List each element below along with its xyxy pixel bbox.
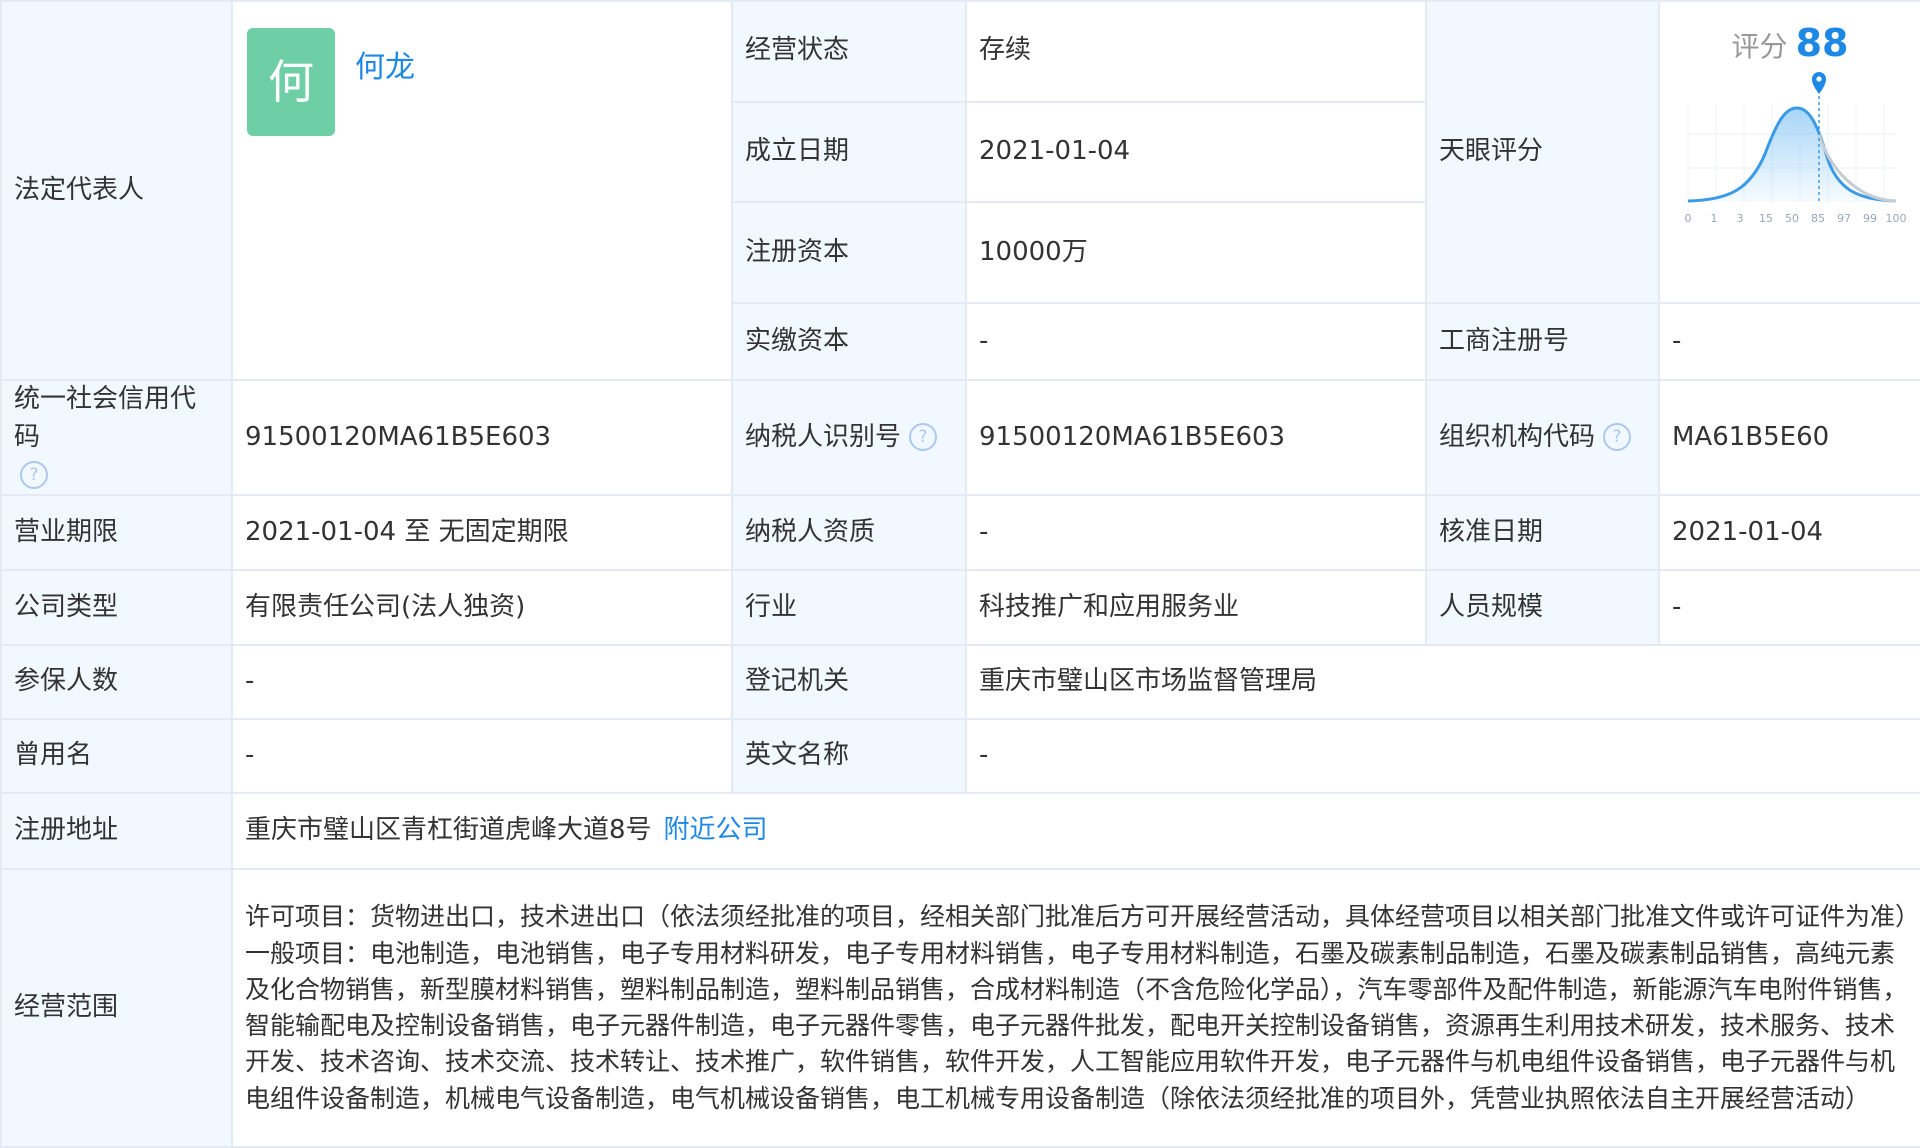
address-value: 重庆市璧山区青杠街道虎峰大道8号 [245, 815, 652, 846]
company-info-table: 法定代表人 何何龙 经营状态 存续 天眼评分 评分 88 0 1 3 15 50… [0, 0, 1920, 1148]
taxpayer-id-label-cell: 纳税人识别号? [731, 378, 967, 497]
found-date-value: 2021-01-04 [965, 100, 1427, 204]
taxpayer-qual-label: 纳税人资质 [731, 494, 967, 572]
term-value: 2021-01-04 至 无固定期限 [231, 494, 733, 572]
credit-code-label: 统一社会信用代码 [14, 384, 197, 452]
insured-label: 参保人数 [0, 644, 233, 721]
reg-capital-label: 注册资本 [731, 201, 967, 304]
help-icon[interactable]: ? [20, 460, 48, 489]
org-code-value: MA61B5E60 [1658, 378, 1920, 497]
english-name-label: 英文名称 [731, 718, 967, 795]
status-label: 经营状态 [731, 0, 967, 103]
nearby-companies-link[interactable]: 附近公司 [664, 815, 768, 845]
biz-reg-no-value: - [1658, 302, 1920, 381]
approve-date-label: 核准日期 [1425, 494, 1660, 572]
help-icon[interactable]: ? [1603, 423, 1632, 452]
status-value: 存续 [965, 0, 1427, 103]
score-axis-tick: 15 [1759, 212, 1773, 225]
tianyan-score-label: 天眼评分 [1425, 0, 1660, 304]
score-curve-fill [1688, 108, 1896, 202]
credit-code-label-cell: 统一社会信用代码 ? [0, 378, 233, 497]
taxpayer-id-label: 纳税人识别号 [745, 421, 902, 452]
insured-value: - [231, 644, 733, 721]
address-cell: 重庆市璧山区青杠街道虎峰大道8号 附近公司 [231, 792, 1920, 871]
score-axis-ticks: 0 1 3 15 50 85 97 99 100 [1685, 212, 1907, 225]
score-axis-tick: 85 [1811, 212, 1825, 225]
org-code-label: 组织机构代码 [1439, 421, 1596, 452]
industry-label: 行业 [731, 569, 967, 647]
help-icon[interactable]: ? [909, 423, 938, 452]
taxpayer-id-value: 91500120MA61B5E603 [965, 378, 1427, 497]
address-label: 注册地址 [0, 792, 233, 871]
approve-date-value: 2021-01-04 [1658, 494, 1920, 572]
legal-rep-label: 法定代表人 [0, 0, 233, 381]
legal-rep-name-link[interactable]: 何龙 [355, 50, 415, 85]
score-axis-tick: 50 [1785, 212, 1799, 225]
org-code-label-cell: 组织机构代码? [1425, 378, 1660, 497]
scope-label: 经营范围 [0, 868, 233, 1148]
company-type-label: 公司类型 [0, 569, 233, 647]
found-date-label: 成立日期 [731, 100, 967, 204]
former-name-value: - [231, 718, 733, 795]
score-distribution-chart: 0 1 3 15 50 85 97 99 100 [1685, 72, 1907, 225]
paid-capital-value: - [965, 302, 1427, 381]
english-name-value: - [965, 718, 1920, 795]
legal-rep-cell: 何何龙 [231, 0, 733, 381]
score-axis-tick: 99 [1863, 212, 1877, 225]
score-label: 评分 [1731, 30, 1788, 63]
location-pin-icon [1812, 72, 1826, 94]
reg-authority-label: 登记机关 [731, 644, 967, 721]
score-axis-tick: 3 [1737, 212, 1744, 225]
reg-capital-value: 10000万 [965, 201, 1427, 304]
score-value: 88 [1795, 21, 1849, 65]
industry-value: 科技推广和应用服务业 [965, 569, 1427, 647]
scope-value: 许可项目：货物进出口，技术进出口（依法须经批准的项目，经相关部门批准后方可开展经… [231, 868, 1920, 1148]
avatar: 何 [247, 28, 335, 136]
paid-capital-label: 实缴资本 [731, 302, 967, 381]
taxpayer-qual-value: - [965, 494, 1427, 572]
staff-size-label: 人员规模 [1425, 569, 1660, 647]
reg-authority-value: 重庆市璧山区市场监督管理局 [965, 644, 1920, 721]
credit-code-value: 91500120MA61B5E603 [231, 378, 733, 497]
score-axis-tick: 0 [1685, 212, 1692, 225]
staff-size-value: - [1658, 569, 1920, 647]
term-label: 营业期限 [0, 494, 233, 572]
score-axis-tick: 1 [1711, 212, 1718, 225]
score-axis-tick: 97 [1837, 212, 1851, 225]
tianyan-score-cell[interactable]: 评分 88 0 1 3 15 50 85 97 99 100 [1658, 0, 1920, 304]
former-name-label: 曾用名 [0, 718, 233, 795]
company-type-value: 有限责任公司(法人独资) [231, 569, 733, 647]
score-axis-tick: 100 [1886, 212, 1907, 225]
biz-reg-no-label: 工商注册号 [1425, 302, 1660, 381]
